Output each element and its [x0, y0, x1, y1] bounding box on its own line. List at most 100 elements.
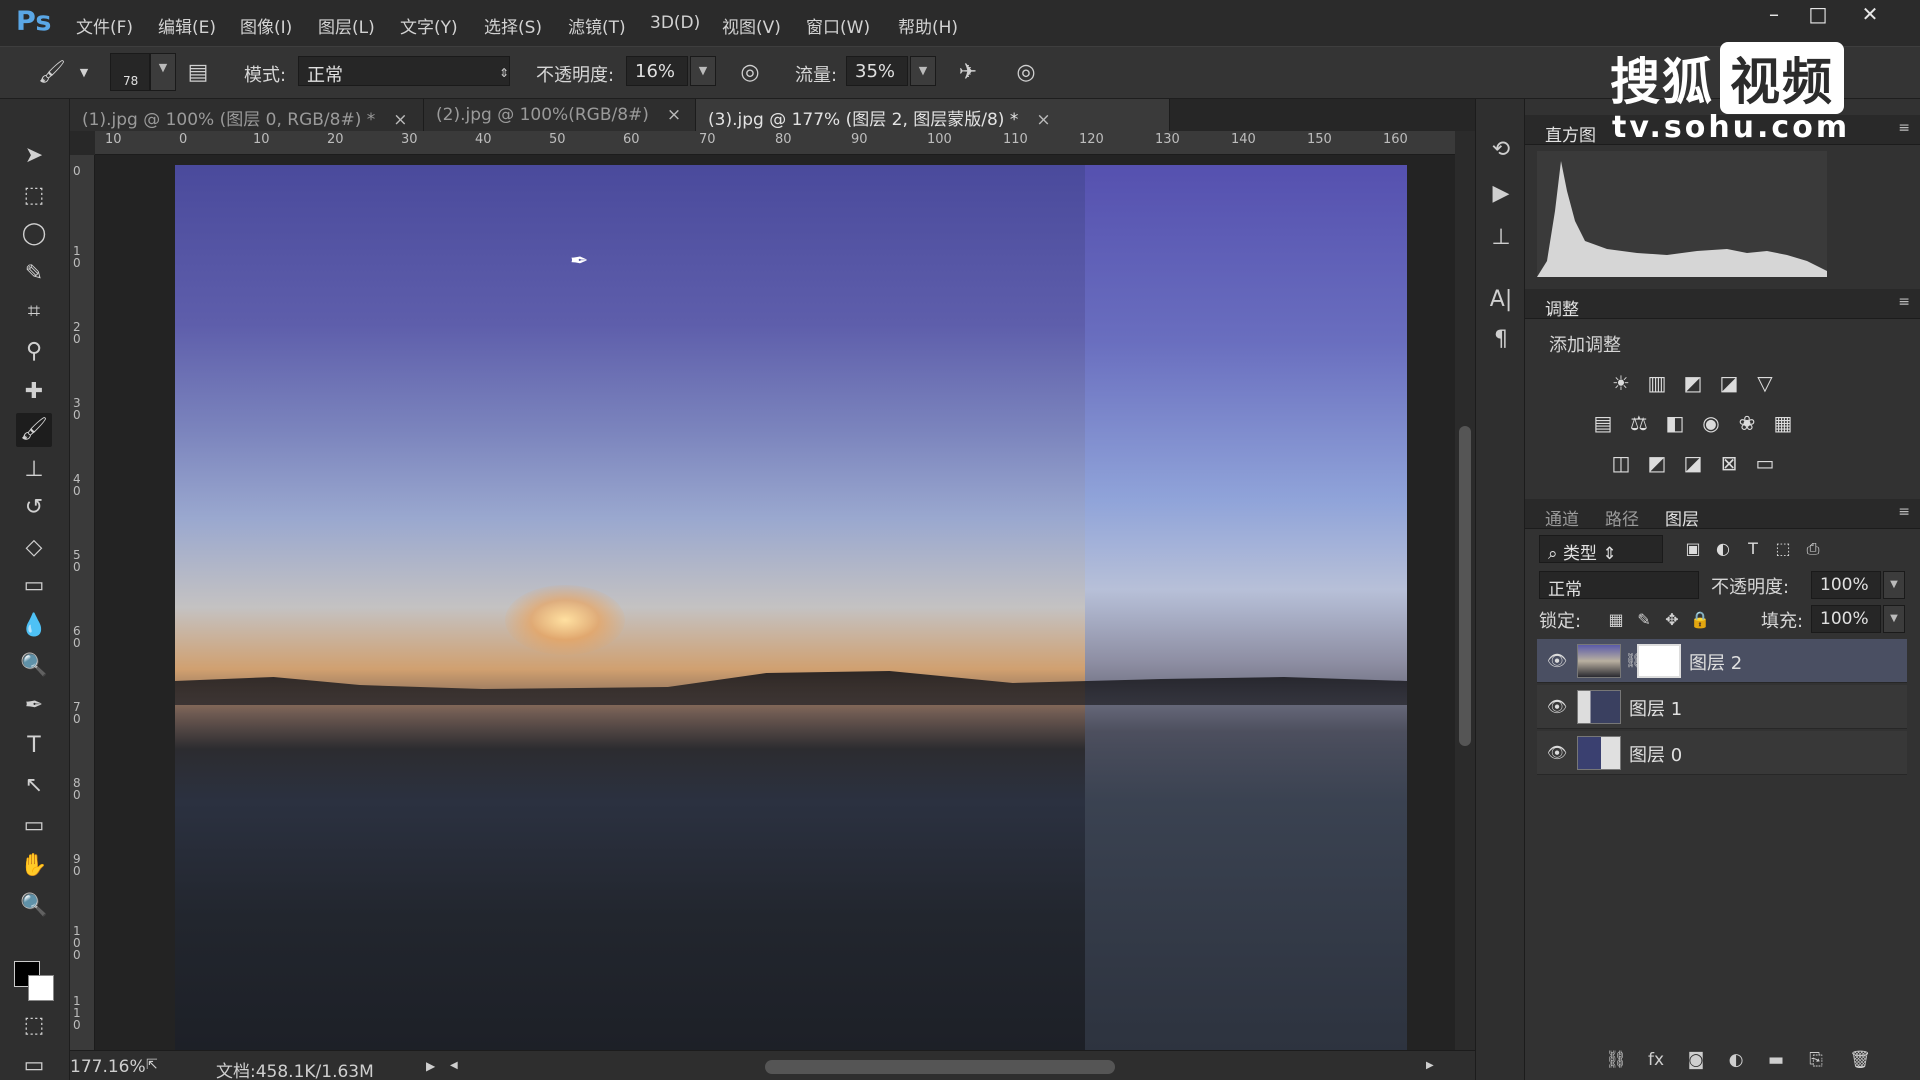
- brush-panel-toggle-icon[interactable]: ▤: [184, 59, 212, 87]
- status-menu-arrow-icon[interactable]: ▶: [426, 1059, 435, 1073]
- vibrance-icon[interactable]: ▽: [1751, 369, 1779, 397]
- layer-name[interactable]: 图层 2: [1689, 649, 1742, 675]
- eye-icon[interactable]: 👁: [1545, 649, 1569, 673]
- close-icon[interactable]: ×: [667, 105, 681, 125]
- panel-menu-icon[interactable]: ≡: [1898, 294, 1910, 310]
- tab-document-3[interactable]: (3).jpg @ 177% (图层 2, 图层蒙版/8) * ×: [696, 99, 1170, 131]
- layer-name[interactable]: 图层 1: [1629, 695, 1682, 721]
- layer-filter-kind[interactable]: ⌕ 类型 ⇕: [1539, 535, 1663, 564]
- photo-filter-icon[interactable]: ◉: [1697, 409, 1725, 437]
- layer-opacity-dropdown[interactable]: ▼: [1883, 571, 1905, 599]
- background-color-swatch[interactable]: [28, 975, 54, 1001]
- threshold-icon[interactable]: ◪: [1679, 449, 1707, 477]
- black-white-icon[interactable]: ◧: [1661, 409, 1689, 437]
- filter-adjustment-icon[interactable]: ◐: [1709, 535, 1737, 563]
- horizontal-scroll-thumb[interactable]: [765, 1060, 1115, 1074]
- gradient-map-icon[interactable]: ▭: [1751, 449, 1779, 477]
- menu-image[interactable]: 图像(I): [240, 13, 292, 38]
- blend-mode-select[interactable]: 正常: [1539, 571, 1699, 600]
- menu-select[interactable]: 选择(S): [484, 13, 542, 38]
- marquee-tool-icon[interactable]: ⬚: [16, 179, 52, 213]
- hue-saturation-icon[interactable]: ▤: [1589, 409, 1617, 437]
- document-size[interactable]: 文档:458.1K/1.63M: [216, 1057, 374, 1080]
- new-group-icon[interactable]: ▬: [1762, 1047, 1790, 1073]
- panel-menu-icon[interactable]: ≡: [1898, 504, 1910, 520]
- add-mask-icon[interactable]: ◙: [1682, 1047, 1710, 1073]
- lock-all-icon[interactable]: 🔒: [1689, 609, 1711, 631]
- zoom-tool-icon[interactable]: 🔍: [16, 889, 52, 923]
- close-window-button[interactable]: ✕: [1848, 0, 1892, 30]
- tab-document-1[interactable]: (1).jpg @ 100% (图层 0, RGB/8#) * ×: [70, 99, 424, 131]
- chevron-down-icon[interactable]: ▼: [70, 59, 98, 87]
- shape-tool-icon[interactable]: ▭: [16, 809, 52, 843]
- flow-input[interactable]: 35%: [846, 56, 908, 86]
- brush-size-picker[interactable]: 78: [110, 53, 150, 91]
- brush-preset-icon[interactable]: 🖌: [38, 59, 66, 87]
- paragraph-panel-icon[interactable]: ¶: [1486, 325, 1516, 355]
- tab-histogram[interactable]: 直方图: [1545, 121, 1596, 146]
- vertical-scroll-thumb[interactable]: [1459, 426, 1471, 746]
- move-tool-icon[interactable]: ➤: [16, 139, 52, 173]
- flow-dropdown[interactable]: ▼: [910, 56, 936, 86]
- posterize-icon[interactable]: ◩: [1643, 449, 1671, 477]
- new-adjustment-layer-icon[interactable]: ◐: [1722, 1047, 1750, 1073]
- character-panel-icon[interactable]: A|: [1486, 285, 1516, 315]
- menu-layer[interactable]: 图层(L): [318, 13, 375, 38]
- brush-size-arrow[interactable]: ▼: [150, 53, 176, 91]
- delete-layer-icon[interactable]: 🗑: [1846, 1047, 1874, 1073]
- fill-dropdown[interactable]: ▼: [1883, 605, 1905, 633]
- layer-opacity-input[interactable]: 100%: [1811, 571, 1881, 599]
- zoom-level[interactable]: 177.16%: [70, 1057, 146, 1077]
- filter-pixel-icon[interactable]: ▣: [1679, 535, 1707, 563]
- menu-view[interactable]: 视图(V): [722, 13, 781, 38]
- curves-icon[interactable]: ◩: [1679, 369, 1707, 397]
- selective-color-icon[interactable]: ⊠: [1715, 449, 1743, 477]
- layer-thumbnail[interactable]: [1577, 736, 1621, 770]
- lock-position-icon[interactable]: ✥: [1661, 609, 1683, 631]
- menu-window[interactable]: 窗口(W): [806, 13, 870, 38]
- menu-file[interactable]: 文件(F): [76, 13, 133, 38]
- exposure-icon[interactable]: ◪: [1715, 369, 1743, 397]
- panel-menu-icon[interactable]: ≡: [1898, 120, 1910, 136]
- tab-adjustments[interactable]: 调整: [1545, 295, 1579, 320]
- screen-mode-icon[interactable]: ▭: [16, 1049, 52, 1080]
- fill-input[interactable]: 100%: [1811, 605, 1881, 633]
- lasso-tool-icon[interactable]: ◯: [16, 217, 52, 251]
- export-icon[interactable]: ⇱: [146, 1057, 158, 1073]
- layer-name[interactable]: 图层 0: [1629, 741, 1682, 767]
- opacity-dropdown[interactable]: ▼: [690, 56, 716, 86]
- eraser-tool-icon[interactable]: ◇: [16, 531, 52, 565]
- maximize-button[interactable]: □: [1796, 0, 1840, 30]
- filter-shape-icon[interactable]: ⬚: [1769, 535, 1797, 563]
- ruler-horizontal[interactable]: 10 0 10 20 30 40 50 60 70 80 90 100 110 …: [95, 131, 1455, 155]
- quick-selection-tool-icon[interactable]: ✎: [16, 257, 52, 291]
- filter-smart-object-icon[interactable]: ⎙: [1799, 535, 1827, 563]
- color-balance-icon[interactable]: ⚖: [1625, 409, 1653, 437]
- menu-help[interactable]: 帮助(H): [898, 13, 958, 38]
- quick-mask-icon[interactable]: ⬚: [16, 1009, 52, 1043]
- close-icon[interactable]: ×: [393, 110, 407, 130]
- path-selection-tool-icon[interactable]: ↖: [16, 769, 52, 803]
- crop-tool-icon[interactable]: ⌗: [16, 295, 52, 329]
- pen-tool-icon[interactable]: ✒: [16, 689, 52, 723]
- clone-stamp-tool-icon[interactable]: ⊥: [16, 453, 52, 487]
- history-brush-tool-icon[interactable]: ↺: [16, 491, 52, 525]
- scroll-left-icon[interactable]: ◀: [450, 1060, 458, 1071]
- tab-paths[interactable]: 路径: [1605, 505, 1639, 530]
- channel-mixer-icon[interactable]: ❀: [1733, 409, 1761, 437]
- history-panel-icon[interactable]: ⟲: [1486, 135, 1516, 165]
- tab-document-2[interactable]: (2).jpg @ 100%(RGB/8#) ×: [424, 99, 696, 131]
- lock-transparent-icon[interactable]: ▦: [1605, 609, 1627, 631]
- hand-tool-icon[interactable]: ✋: [16, 849, 52, 883]
- layer-row-0[interactable]: 👁 图层 0: [1537, 731, 1907, 775]
- eye-icon[interactable]: 👁: [1545, 741, 1569, 765]
- menu-type[interactable]: 文字(Y): [400, 13, 458, 38]
- filter-type-icon[interactable]: T: [1739, 535, 1767, 563]
- invert-icon[interactable]: ◫: [1607, 449, 1635, 477]
- tab-channels[interactable]: 通道: [1545, 505, 1579, 530]
- document-image[interactable]: ✒: [175, 165, 1407, 1050]
- brightness-icon[interactable]: ☀: [1607, 369, 1635, 397]
- menu-edit[interactable]: 编辑(E): [158, 13, 216, 38]
- levels-icon[interactable]: ▥: [1643, 369, 1671, 397]
- opacity-input[interactable]: 16%: [626, 56, 688, 86]
